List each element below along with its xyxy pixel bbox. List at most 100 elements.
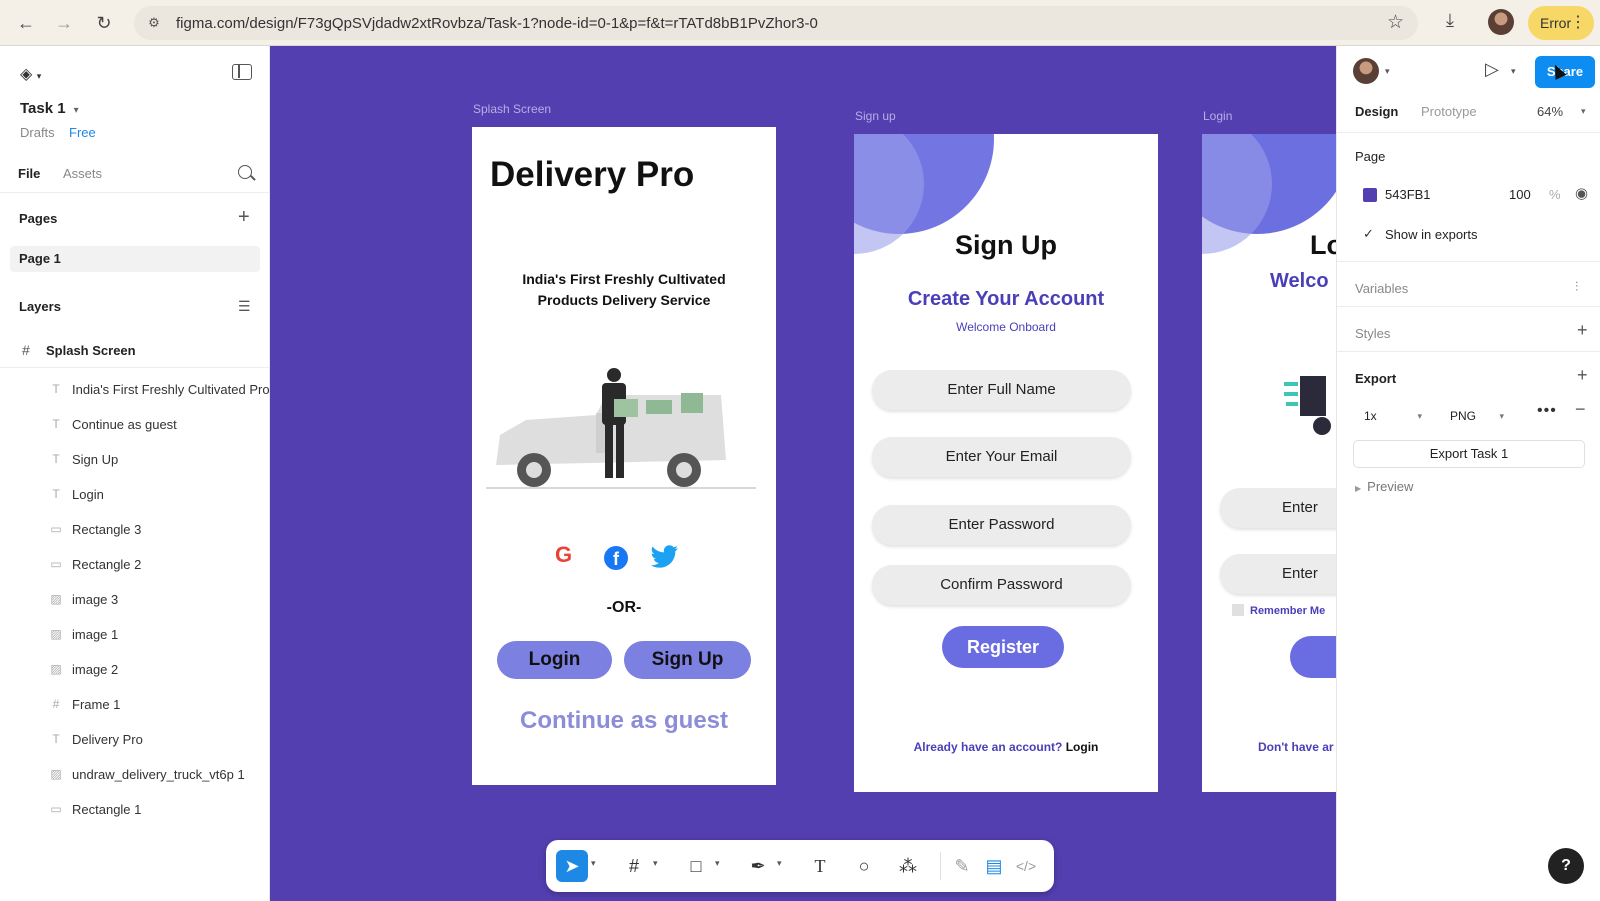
- google-icon[interactable]: G: [555, 542, 572, 568]
- layer-row[interactable]: ▭ Rectangle 3: [0, 513, 270, 547]
- layer-row[interactable]: ▨ image 2: [0, 653, 270, 687]
- layers-options-icon[interactable]: ☰: [238, 298, 251, 315]
- continue-guest-link[interactable]: Continue as guest: [472, 707, 776, 735]
- login-field-2[interactable]: Enter: [1220, 554, 1336, 594]
- tab-design[interactable]: Design: [1355, 104, 1398, 119]
- variables-icon[interactable]: ⫶: [1575, 279, 1578, 295]
- pen-tool-icon[interactable]: ✒: [742, 850, 774, 882]
- layer-row[interactable]: T India's First Freshly Cultivated Produc…: [0, 373, 270, 407]
- confirm-password-field[interactable]: Confirm Password: [872, 565, 1131, 605]
- frame-tool-icon[interactable]: #: [618, 850, 650, 882]
- actions-tool-icon[interactable]: ⁂: [892, 850, 924, 882]
- toggle-panel-icon[interactable]: [232, 64, 252, 80]
- remove-export-icon[interactable]: −: [1575, 399, 1586, 420]
- export-format-select[interactable]: PNG ▾: [1441, 402, 1511, 428]
- layer-row[interactable]: T Continue as guest: [0, 408, 270, 442]
- layer-row[interactable]: T Delivery Pro: [0, 723, 270, 757]
- address-bar[interactable]: ⚙ figma.com/design/F73gQpSVjdadw2xtRovbz…: [134, 6, 1418, 40]
- reload-icon[interactable]: ↻: [90, 9, 118, 37]
- figma-menu-icon[interactable]: ◈ ▾: [20, 64, 41, 84]
- chevron-down-icon[interactable]: ▾: [1511, 66, 1516, 77]
- chevron-down-icon[interactable]: ▾: [1581, 106, 1586, 117]
- user-avatar[interactable]: [1353, 58, 1379, 84]
- page-color-hex[interactable]: 543FB1: [1385, 187, 1431, 202]
- forward-icon[interactable]: →: [50, 9, 78, 37]
- show-in-exports-checkbox[interactable]: ✓: [1363, 226, 1374, 242]
- move-tool-icon[interactable]: ➤: [556, 850, 588, 882]
- back-icon[interactable]: ←: [12, 9, 40, 37]
- rectangle-tool-icon[interactable]: □: [680, 850, 712, 882]
- signup-frame[interactable]: Sign Up Create Your Account Welcome Onbo…: [854, 134, 1158, 792]
- layer-frame-splash[interactable]: # Splash Screen: [0, 334, 270, 368]
- export-scale-select[interactable]: 1x ▾: [1355, 402, 1429, 428]
- file-title[interactable]: Task 1 ▾: [20, 100, 79, 117]
- frame-label-signup[interactable]: Sign up: [855, 109, 896, 123]
- tab-prototype[interactable]: Prototype: [1421, 104, 1477, 119]
- add-style-icon[interactable]: +: [1577, 320, 1588, 341]
- more-options-icon[interactable]: •••: [1537, 402, 1557, 420]
- code-icon[interactable]: </>: [1010, 850, 1042, 882]
- chevron-down-icon[interactable]: ▾: [777, 858, 782, 869]
- layer-row[interactable]: T Login: [0, 478, 270, 512]
- dev-mode-icon[interactable]: ▤: [978, 850, 1010, 882]
- chevron-down-icon[interactable]: ▾: [591, 858, 596, 869]
- site-settings-icon[interactable]: ⚙: [144, 13, 164, 33]
- export-button[interactable]: Export Task 1: [1353, 440, 1585, 468]
- frame-label-login[interactable]: Login: [1203, 109, 1232, 123]
- login-submit-button[interactable]: [1290, 636, 1336, 678]
- page-opacity[interactable]: 100: [1509, 187, 1531, 202]
- chevron-down-icon[interactable]: ▾: [1385, 66, 1390, 77]
- present-play-icon[interactable]: ▷: [1485, 59, 1499, 80]
- password-field[interactable]: Enter Password: [872, 505, 1131, 545]
- email-field[interactable]: Enter Your Email: [872, 437, 1131, 477]
- remember-me-checkbox[interactable]: Remember Me: [1232, 604, 1325, 617]
- chevron-down-icon[interactable]: ▾: [653, 858, 658, 869]
- page-color-swatch[interactable]: [1363, 188, 1377, 202]
- layer-row[interactable]: ▭ Rectangle 2: [0, 548, 270, 582]
- comment-tool-icon[interactable]: ○: [848, 850, 880, 882]
- search-icon[interactable]: [238, 165, 252, 179]
- login-button[interactable]: Login: [497, 641, 612, 679]
- download-icon[interactable]: ⤓: [1446, 10, 1454, 31]
- layer-row[interactable]: ▨ image 3: [0, 583, 270, 617]
- draw-tool-icon[interactable]: ✎: [946, 850, 978, 882]
- layer-row[interactable]: # Frame 1: [0, 688, 270, 722]
- login-field-1[interactable]: Enter: [1220, 488, 1336, 528]
- divider: [1337, 132, 1600, 133]
- layer-row[interactable]: ▭ Rectangle 1: [0, 793, 270, 827]
- add-export-icon[interactable]: +: [1577, 365, 1588, 386]
- text-tool-icon[interactable]: T: [804, 850, 836, 882]
- twitter-icon[interactable]: [650, 544, 680, 570]
- preview-label: Preview: [1367, 479, 1414, 494]
- plan-badge[interactable]: Free: [69, 125, 96, 140]
- zoom-level[interactable]: 64%: [1537, 104, 1563, 119]
- error-button[interactable]: Error ⋮: [1528, 6, 1594, 40]
- signup-button[interactable]: Sign Up: [624, 641, 751, 679]
- login-frame[interactable]: Lo Welco Enter Enter Remember Me Don't h…: [1202, 134, 1336, 792]
- design-canvas[interactable]: Splash Screen Delivery Pro India's First…: [270, 46, 1336, 901]
- layer-type-icon: T: [52, 732, 60, 746]
- layer-row[interactable]: ▨ image 1: [0, 618, 270, 652]
- tab-file[interactable]: File: [18, 166, 40, 181]
- layer-row[interactable]: T Sign Up: [0, 443, 270, 477]
- facebook-icon[interactable]: f: [604, 546, 628, 570]
- help-button[interactable]: ?: [1548, 848, 1584, 884]
- register-button[interactable]: Register: [942, 626, 1064, 668]
- add-page-icon[interactable]: +: [238, 206, 250, 229]
- bookmark-star-icon[interactable]: ☆: [1387, 11, 1404, 34]
- login-illustration: [1284, 376, 1331, 435]
- layers-heading: Layers: [19, 299, 61, 314]
- page-item[interactable]: Page 1: [10, 246, 260, 272]
- drafts-link[interactable]: Drafts: [20, 125, 55, 140]
- splash-frame[interactable]: Delivery Pro India's First Freshly Culti…: [472, 127, 776, 785]
- chevron-down-icon[interactable]: ▾: [715, 858, 720, 869]
- layer-row[interactable]: ▨ undraw_delivery_truck_vt6p 1: [0, 758, 270, 792]
- tab-assets[interactable]: Assets: [63, 166, 102, 181]
- full-name-field[interactable]: Enter Full Name: [872, 370, 1131, 410]
- login-footer[interactable]: Don't have ar: [1258, 740, 1334, 754]
- visibility-eye-icon[interactable]: ◉: [1575, 184, 1588, 202]
- profile-avatar[interactable]: [1488, 9, 1514, 35]
- footer-login-link[interactable]: Login: [1066, 740, 1099, 754]
- frame-label-splash[interactable]: Splash Screen: [473, 102, 551, 116]
- preview-toggle[interactable]: ▶ Preview: [1355, 479, 1413, 494]
